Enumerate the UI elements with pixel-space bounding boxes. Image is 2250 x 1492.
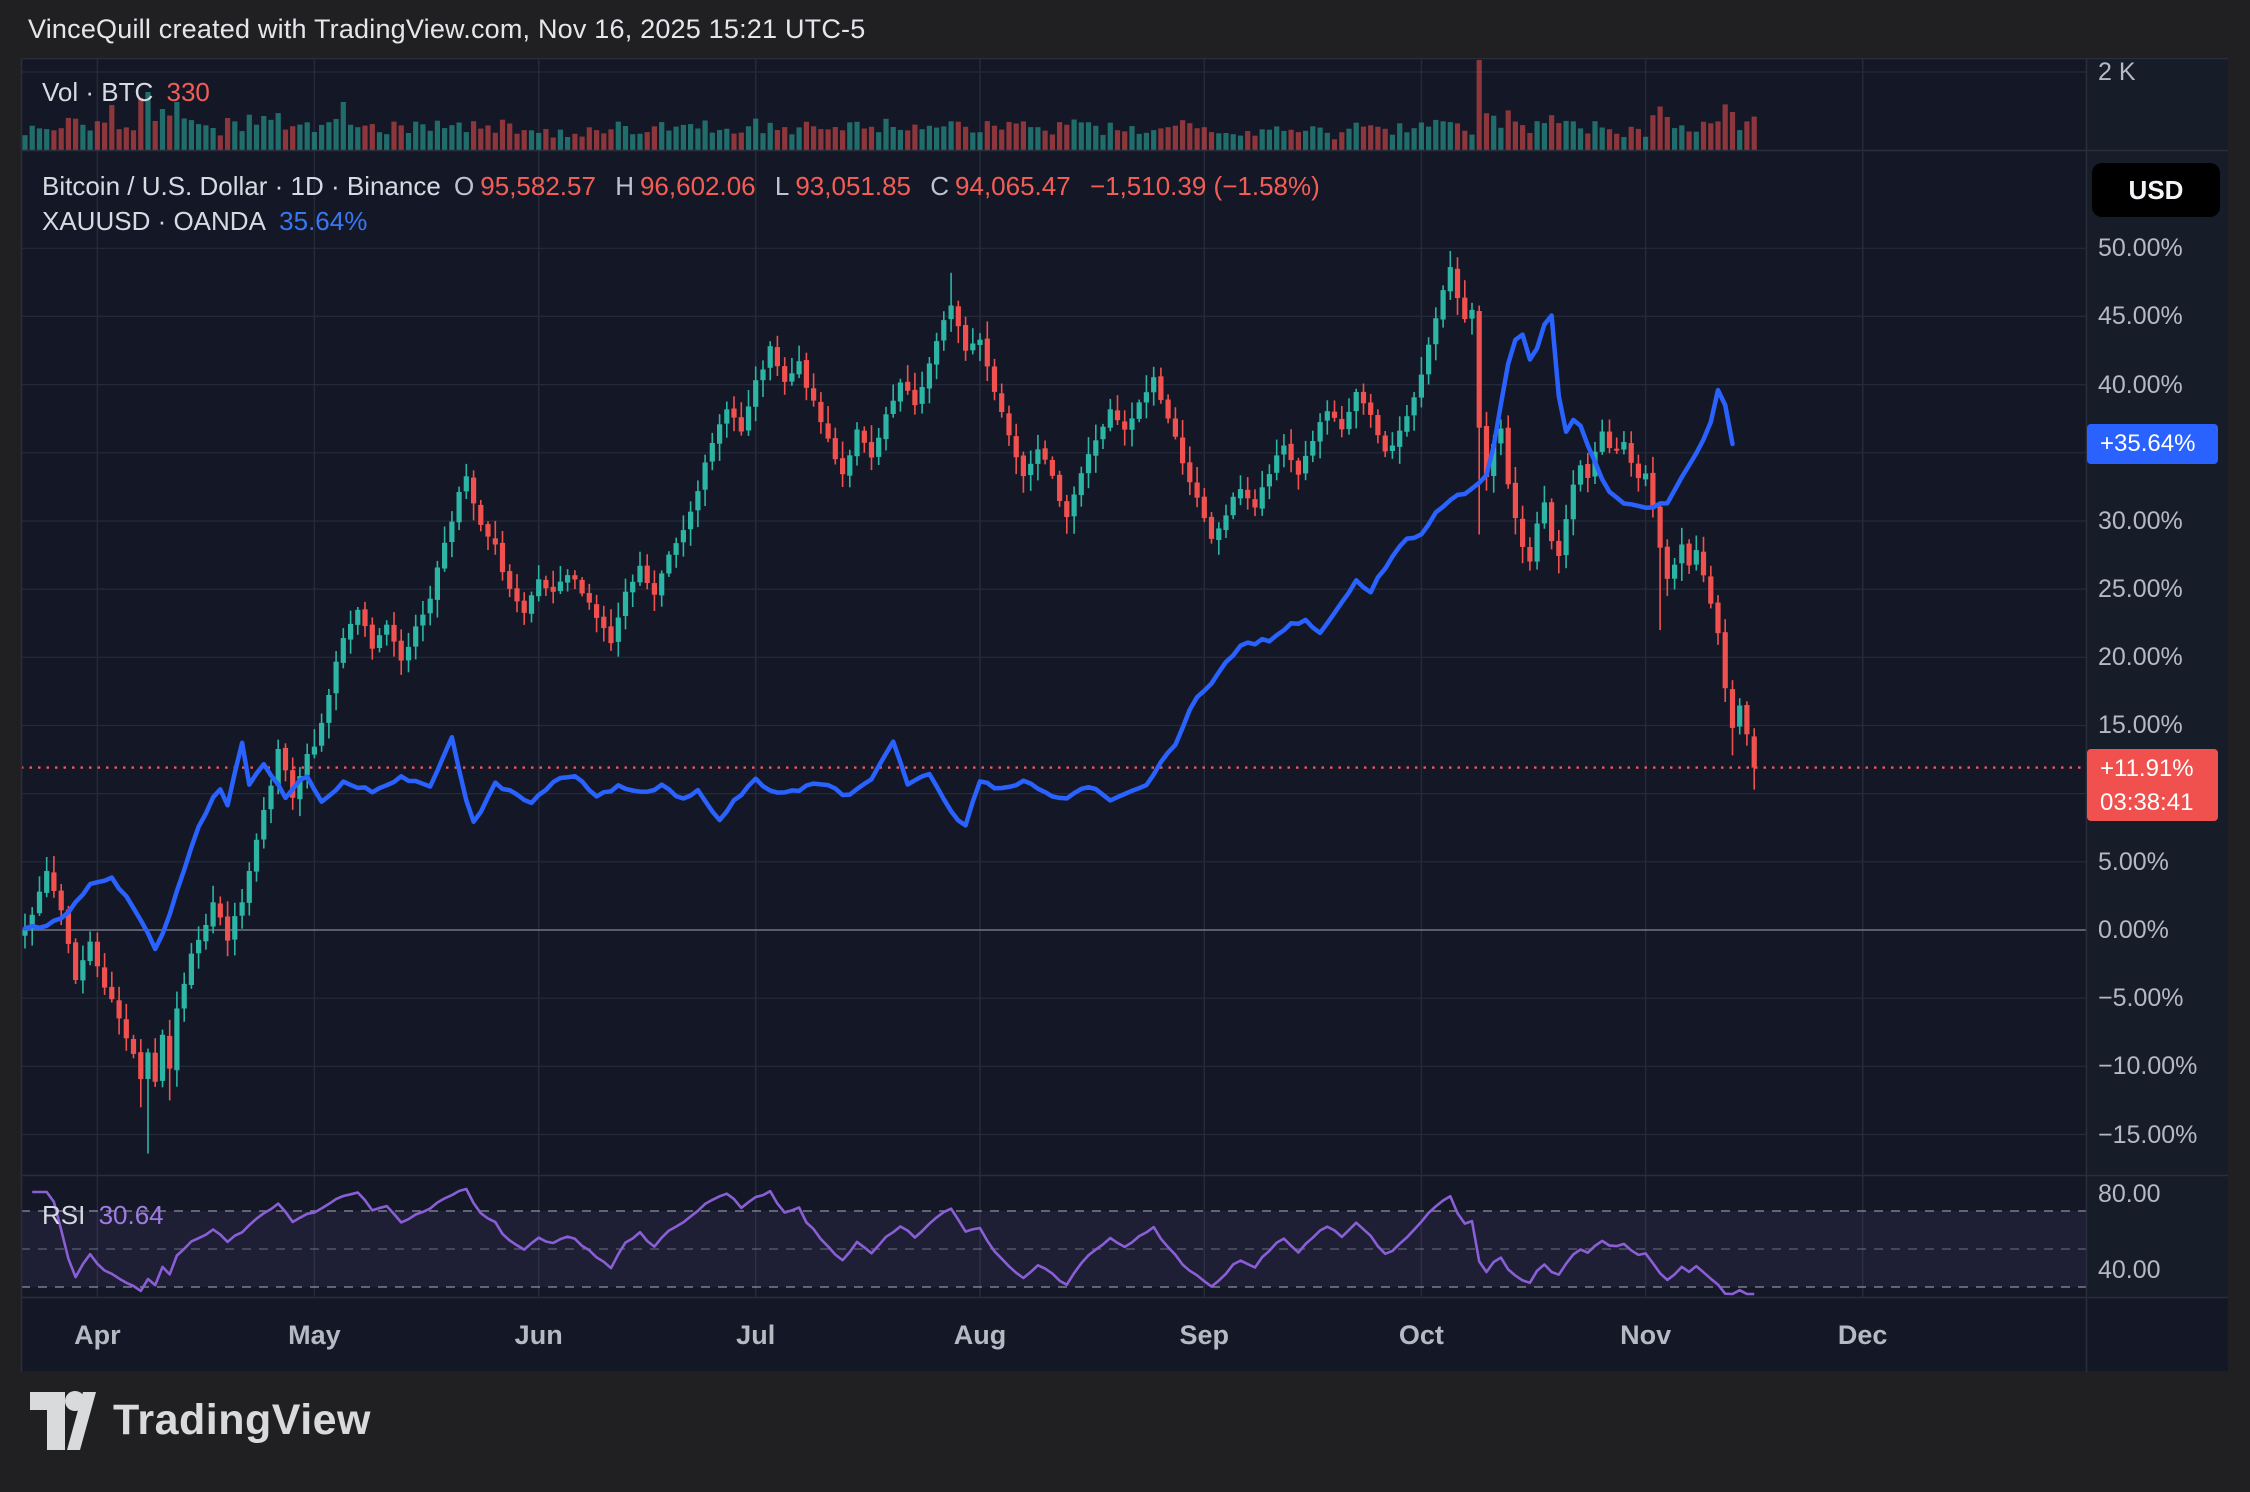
btc-badge-countdown: 03:38:41	[2100, 786, 2218, 820]
time-axis-month-label: Oct	[1399, 1318, 1444, 1352]
price-axis-tick: 25.00%	[2098, 572, 2183, 606]
tradingview-logo[interactable]: TradingView	[30, 1390, 371, 1450]
comparison-legend-row[interactable]: XAUUSD · OANDA 35.64%	[42, 206, 373, 237]
time-axis-month-label: Apr	[74, 1318, 121, 1352]
price-axis-tick: −10.00%	[2098, 1049, 2197, 1083]
comparison-value: 35.64%	[279, 206, 367, 236]
volume-legend-label: Vol · BTC	[42, 77, 153, 107]
price-axis-tick: 20.00%	[2098, 640, 2183, 674]
time-axis-month-label: May	[288, 1318, 341, 1352]
ohlc-high: H96,602.06	[615, 171, 761, 201]
ohlc-open: O95,582.57	[454, 171, 602, 201]
tradingview-logo-text: TradingView	[113, 1396, 371, 1445]
price-axis-tick: 50.00%	[2098, 231, 2183, 265]
time-axis-month-label: Jul	[736, 1318, 775, 1352]
rsi-axis-tick: 40.00	[2098, 1253, 2161, 1287]
time-axis-month-label: Nov	[1620, 1318, 1671, 1352]
symbol-legend-row[interactable]: Bitcoin / U.S. Dollar · 1D · Binance O95…	[42, 171, 1326, 202]
rsi-legend-value: 30.64	[99, 1200, 164, 1230]
header-title: VinceQuill created with TradingView.com,…	[28, 14, 865, 45]
gold-price-badge: +35.64%	[2087, 424, 2218, 464]
btc-badge-change: +11.91%	[2100, 752, 2218, 786]
ohlc-close: C94,065.47	[930, 171, 1076, 201]
time-axis-month-label: Aug	[954, 1318, 1006, 1352]
price-axis-tick: 5.00%	[2098, 845, 2169, 879]
currency-toggle-button[interactable]: USD	[2092, 163, 2220, 217]
tradingview-logo-icon	[30, 1390, 96, 1450]
price-axis-tick: −5.00%	[2098, 981, 2184, 1015]
price-axis-tick: 15.00%	[2098, 708, 2183, 742]
time-axis-month-label: Jun	[515, 1318, 563, 1352]
chart-header: VinceQuill created with TradingView.com,…	[0, 0, 2250, 58]
btc-price-countdown-badge: +11.91% 03:38:41	[2087, 749, 2218, 821]
price-axis-tick: 0.00%	[2098, 913, 2169, 947]
ohlc-change: −1,510.39 (−1.58%)	[1090, 171, 1320, 201]
tradingview-chart-widget: VinceQuill created with TradingView.com,…	[0, 0, 2250, 1492]
ohlc-low: L93,051.85	[775, 171, 917, 201]
rsi-legend-label: RSI	[42, 1200, 85, 1230]
comparison-symbol: XAUUSD · OANDA	[42, 206, 266, 236]
volume-legend[interactable]: Vol · BTC 330	[42, 77, 216, 108]
volume-axis-tick: 2 K	[2098, 55, 2136, 89]
time-axis-month-label: Sep	[1180, 1318, 1230, 1352]
symbol-title: Bitcoin / U.S. Dollar · 1D · Binance	[42, 171, 441, 201]
rsi-legend[interactable]: RSI 30.64	[42, 1200, 170, 1231]
price-axis-tick: 40.00%	[2098, 368, 2183, 402]
rsi-axis-tick: 80.00	[2098, 1177, 2161, 1211]
volume-legend-value: 330	[166, 77, 209, 107]
price-axis-tick: −15.00%	[2098, 1118, 2197, 1152]
price-axis-tick: 30.00%	[2098, 504, 2183, 538]
time-axis-month-label: Dec	[1838, 1318, 1888, 1352]
price-axis-tick: 45.00%	[2098, 299, 2183, 333]
